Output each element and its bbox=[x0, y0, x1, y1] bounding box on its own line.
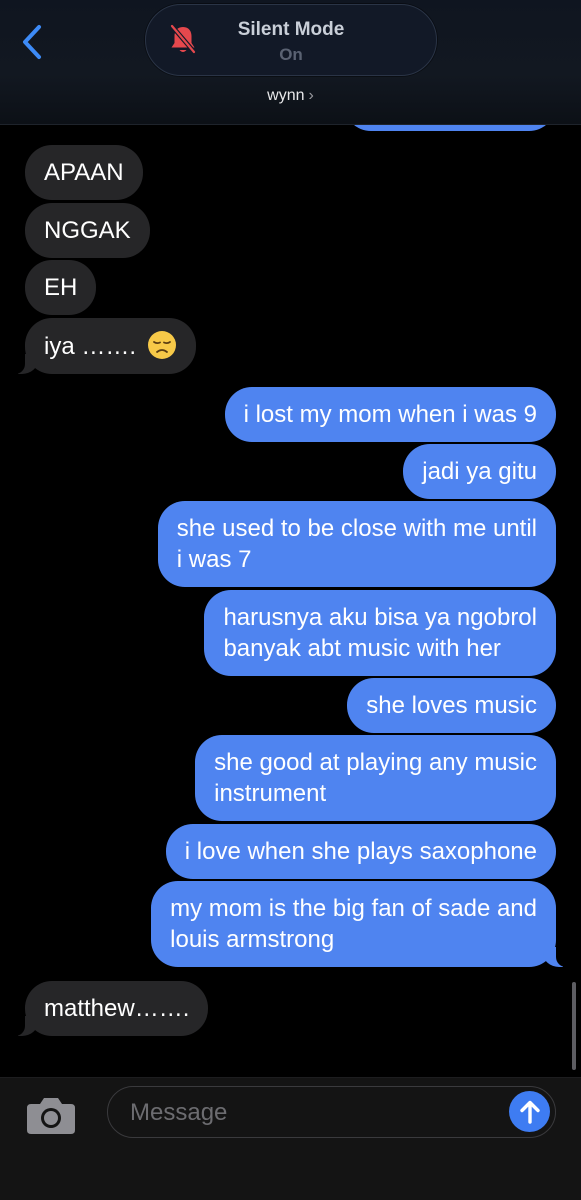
message-bubble[interactable]: jadi ya gitu bbox=[403, 444, 556, 499]
conversation-header: Silent Mode On wynn › bbox=[0, 0, 581, 125]
send-button[interactable] bbox=[509, 1091, 550, 1132]
message-bubble[interactable]: matthew……. bbox=[12, 981, 209, 1036]
camera-button[interactable] bbox=[25, 1095, 77, 1135]
message-bubble[interactable]: APAAN bbox=[25, 145, 143, 200]
message-text: iya ……. bbox=[44, 333, 143, 360]
message-bubble[interactable]: she used to be close with me until i was… bbox=[157, 501, 556, 587]
silent-mode-title: Silent Mode bbox=[237, 19, 345, 40]
message-input[interactable] bbox=[128, 1095, 502, 1131]
back-button[interactable] bbox=[14, 22, 50, 62]
message-bubble[interactable]: i lost my mom when i was 9 bbox=[224, 387, 556, 442]
message-text-line: louis armstrong bbox=[170, 926, 335, 953]
back-chevron-icon bbox=[23, 25, 41, 59]
message-text: i lost my mom when i was 9 bbox=[243, 401, 537, 428]
message-text: EH bbox=[44, 274, 78, 301]
contact-name-button[interactable]: wynn › bbox=[0, 87, 581, 105]
message-bubble[interactable]: iya ……. bbox=[13, 318, 196, 374]
message-text: jadi ya gitu bbox=[422, 458, 537, 485]
message-bubble[interactable]: NGGAK bbox=[25, 203, 150, 258]
message-text-line: my mom is the big fan of sade and bbox=[170, 895, 537, 922]
message-composer bbox=[0, 1077, 581, 1200]
chevron-right-icon: › bbox=[308, 87, 314, 104]
send-arrow-icon bbox=[519, 1100, 540, 1124]
scroll-indicator[interactable] bbox=[572, 982, 576, 1070]
message-text-line: harusnya aku bisa ya ngobrol bbox=[223, 604, 537, 631]
message-text: NGGAK bbox=[44, 217, 131, 244]
silent-mode-banner: Silent Mode On bbox=[145, 4, 437, 76]
message-bubble[interactable]: harusnya aku bisa ya ngobrol banyak abt … bbox=[204, 590, 556, 676]
silent-mode-state: On bbox=[279, 45, 303, 64]
message-bubble[interactable]: EH bbox=[25, 260, 97, 315]
message-bubble[interactable]: i love when she plays saxophone bbox=[165, 824, 556, 879]
message-text-line: instrument bbox=[214, 780, 327, 807]
message-text-line: she used to be close with me until bbox=[176, 515, 537, 542]
camera-icon bbox=[27, 1098, 75, 1134]
message-input-field[interactable] bbox=[107, 1086, 556, 1138]
disappointed-face-icon bbox=[147, 331, 176, 359]
message-text: matthew……. bbox=[44, 995, 190, 1022]
message-text: APAAN bbox=[44, 159, 124, 186]
message-bubble[interactable]: she loves music bbox=[347, 678, 556, 733]
message-text: i love when she plays saxophone bbox=[184, 838, 537, 865]
message-text-line: banyak abt music with her bbox=[223, 635, 501, 662]
message-thread: APAAN NGGAK EH iya ……. i lost my mom whe… bbox=[0, 0, 581, 1075]
message-text-line: i was 7 bbox=[176, 546, 252, 573]
message-text-line: she good at playing any music bbox=[214, 749, 537, 776]
message-bubble[interactable]: she good at playing any music instrument bbox=[195, 735, 556, 821]
message-bubble[interactable]: my mom is the big fan of sade and louis … bbox=[151, 881, 568, 967]
message-text: she loves music bbox=[366, 692, 537, 719]
contact-name: wynn bbox=[267, 87, 305, 104]
